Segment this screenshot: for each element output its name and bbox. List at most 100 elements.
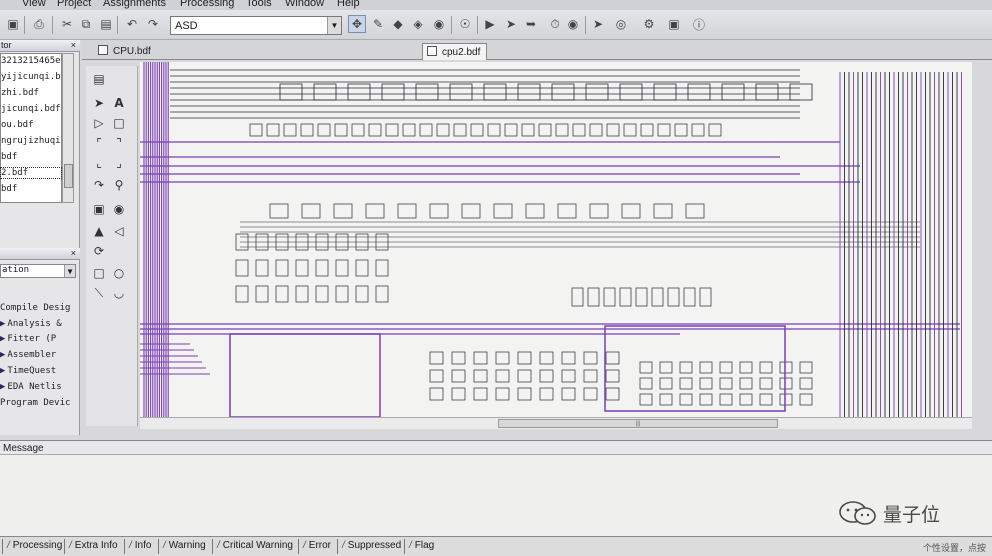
- full-screen-icon[interactable]: ▣: [90, 200, 108, 218]
- rtl-viewer-icon[interactable]: ◎: [612, 15, 630, 33]
- task-item[interactable]: Program Devic: [0, 398, 80, 408]
- tab-suppressed[interactable]: / Suppressed: [337, 539, 405, 554]
- assign-icon[interactable]: ◆: [389, 15, 407, 33]
- tab-flag[interactable]: / Flag: [404, 539, 438, 554]
- detach-window-icon[interactable]: ▤: [90, 70, 108, 88]
- zoom-icon[interactable]: ⚲: [110, 176, 128, 194]
- conduit-tool-icon[interactable]: ⌞: [90, 154, 108, 172]
- block-tool-icon[interactable]: □: [110, 114, 128, 132]
- orthogonal-bus-icon[interactable]: ⌝: [110, 134, 128, 152]
- pin-planner-icon[interactable]: ✎: [369, 15, 387, 33]
- rotate-icon[interactable]: ⟳: [90, 242, 108, 260]
- task-item[interactable]: ▶ EDA Netlis: [0, 382, 80, 392]
- tab-critical-warning[interactable]: / Critical Warning: [212, 539, 297, 554]
- partial-line-icon[interactable]: ↷: [90, 176, 108, 194]
- flip-flop-symbol: [739, 393, 753, 406]
- start-compilation-icon[interactable]: ▶: [481, 15, 499, 33]
- orthogonal-node-icon[interactable]: ⌜: [90, 134, 108, 152]
- tab-processing[interactable]: / Processing: [2, 539, 66, 554]
- checklist-icon[interactable]: ◉: [430, 15, 448, 33]
- chevron-down-icon[interactable]: ▼: [327, 17, 341, 34]
- tab-warning[interactable]: / Warning: [158, 539, 210, 554]
- list-item[interactable]: ou.bdf: [1, 120, 61, 130]
- programmer-icon[interactable]: ⚙: [640, 15, 658, 33]
- list-item[interactable]: bdf: [1, 152, 61, 162]
- paste-icon[interactable]: ▤: [97, 15, 115, 33]
- list-item[interactable]: yijicunqi.bd: [1, 72, 61, 82]
- arc-tool-icon[interactable]: ◡: [110, 284, 128, 302]
- cursor-icon[interactable]: ➤: [589, 15, 607, 33]
- globe-icon[interactable]: ☉: [456, 15, 474, 33]
- copy-icon[interactable]: ⧉: [77, 15, 95, 33]
- rectangle-tool-icon[interactable]: □: [90, 264, 108, 282]
- mux-symbol: [525, 203, 545, 219]
- help-icon[interactable]: ⓘ: [690, 15, 708, 33]
- task-item[interactable]: ▶ Assembler: [0, 350, 80, 360]
- signaltap-icon[interactable]: ▣: [665, 15, 683, 33]
- cut-icon[interactable]: ✂: [58, 15, 76, 33]
- register-symbol: [721, 83, 745, 101]
- stopwatch-icon[interactable]: ⏱: [546, 15, 564, 33]
- menu-help[interactable]: Help: [337, 0, 360, 9]
- flip-flop-symbol: [719, 377, 733, 390]
- task-item[interactable]: ▶ Fitter (P: [0, 334, 80, 344]
- task-item[interactable]: Compile Desig: [0, 303, 80, 313]
- list-item-selected[interactable]: 2.bdf: [0, 167, 62, 179]
- chevron-down-icon[interactable]: ▼: [64, 265, 75, 277]
- menu-tools[interactable]: Tools: [246, 0, 272, 9]
- list-item[interactable]: zhi.bdf: [1, 88, 61, 98]
- menu-project[interactable]: Project: [57, 0, 91, 9]
- task-label: Compile Desig: [0, 303, 71, 313]
- scroll-thumb[interactable]: |||: [498, 419, 778, 428]
- flip-flop-symbol: [779, 377, 793, 390]
- analysis-icon[interactable]: ➤: [502, 15, 520, 33]
- tab-info[interactable]: / Info: [124, 539, 155, 554]
- close-icon[interactable]: ×: [71, 40, 76, 50]
- tab-extra-info[interactable]: / Extra Info: [64, 539, 122, 554]
- vertical-scrollbar[interactable]: [62, 53, 74, 203]
- tab-cpu2-bdf[interactable]: cpu2.bdf: [422, 43, 488, 60]
- horizontal-scrollbar[interactable]: |||: [140, 417, 972, 429]
- task-label: TimeQuest: [7, 366, 57, 376]
- menu-processing[interactable]: Processing: [180, 0, 234, 9]
- flow-combo[interactable]: ation ▼: [0, 264, 76, 278]
- list-item[interactable]: bdf: [1, 184, 61, 194]
- gate-symbol: [521, 123, 535, 137]
- print-icon[interactable]: ⎙: [30, 15, 48, 33]
- flip-horizontal-icon[interactable]: ▲: [90, 222, 108, 240]
- settings-icon[interactable]: ✥: [348, 15, 366, 33]
- task-item[interactable]: ▶ Analysis &: [0, 319, 80, 329]
- schematic-canvas[interactable]: [140, 62, 972, 417]
- chip-planner-icon[interactable]: ◈: [409, 15, 427, 33]
- save-icon[interactable]: ▣: [4, 15, 22, 33]
- find-icon[interactable]: ◉: [110, 200, 128, 218]
- task-item[interactable]: ▶ TimeQuest: [0, 366, 80, 376]
- gate-symbol: [674, 123, 688, 137]
- tab-label: Info: [134, 540, 152, 551]
- scroll-thumb[interactable]: [64, 164, 73, 188]
- rubberband-icon[interactable]: ⌟: [110, 154, 128, 172]
- gate-symbol: [300, 123, 314, 137]
- stop-icon[interactable]: ◉: [564, 15, 582, 33]
- line-tool-icon[interactable]: ⟍: [90, 284, 108, 302]
- timing-icon[interactable]: ➥: [522, 15, 540, 33]
- selection-tool-icon[interactable]: ➤: [90, 94, 108, 112]
- redo-icon[interactable]: ↷: [144, 15, 162, 33]
- project-combo[interactable]: ASD ▼: [170, 16, 342, 35]
- ellipse-tool-icon[interactable]: ○: [110, 264, 128, 282]
- list-item[interactable]: ngrujizhuqi.: [1, 136, 61, 146]
- list-item[interactable]: 3213215465e: [1, 56, 61, 66]
- menu-view[interactable]: View: [22, 0, 46, 9]
- tab-cpu-bdf[interactable]: CPU.bdf: [94, 43, 157, 60]
- flip-vertical-icon[interactable]: ◁: [110, 222, 128, 240]
- mux-symbol: [589, 203, 609, 219]
- list-item[interactable]: jicunqi.bdf: [1, 104, 61, 114]
- text-tool-icon[interactable]: A: [110, 94, 128, 112]
- undo-icon[interactable]: ↶: [123, 15, 141, 33]
- symbol-tool-icon[interactable]: ▷: [90, 114, 108, 132]
- menu-assignments[interactable]: Assignments: [103, 0, 166, 9]
- close-icon[interactable]: ×: [71, 248, 76, 258]
- menu-window[interactable]: Window: [285, 0, 324, 9]
- latch-symbol: [571, 287, 584, 307]
- tab-error[interactable]: / Error: [298, 539, 335, 554]
